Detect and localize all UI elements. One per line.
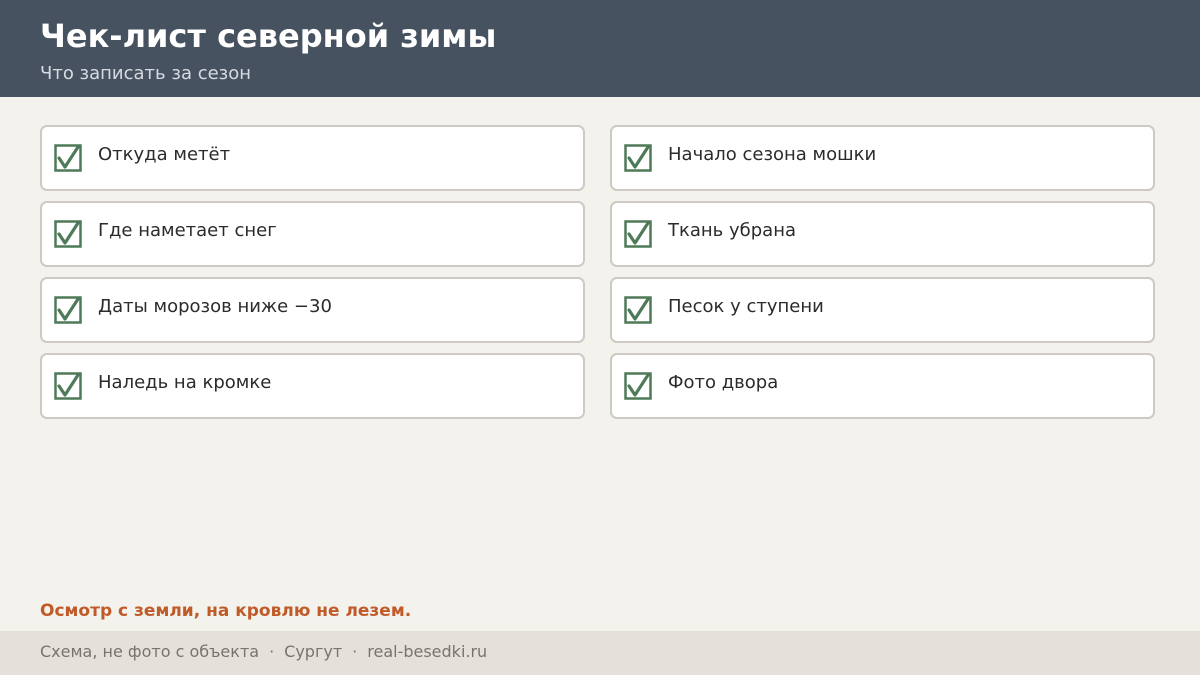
safety-warning: Осмотр с земли, на кровлю не лезем. — [40, 601, 412, 621]
footer-site: real-besedki.ru — [367, 642, 488, 661]
checklist-item[interactable]: Фото двора — [610, 353, 1155, 419]
checklist-item-label: Откуда метёт — [98, 144, 231, 165]
checklist-item[interactable]: Песок у ступени — [610, 277, 1155, 343]
checklist-item-label: Песок у ступени — [668, 296, 824, 317]
page-subtitle: Что записать за сезон — [40, 63, 252, 84]
footer: Схема, не фото с объекта · Сургут · real-bes… — [0, 631, 1200, 675]
checked-checkbox-icon[interactable] — [624, 220, 652, 248]
checked-checkbox-icon[interactable] — [624, 296, 652, 324]
checklist-left-column: Откуда метёт Где наметает снег Даты моро… — [40, 125, 585, 429]
header: Чек-лист северной зимы Что записать за с… — [0, 0, 1200, 97]
checklist-item-label: Наледь на кромке — [98, 372, 272, 393]
page-title: Чек-лист северной зимы — [40, 17, 497, 55]
footer-note: Схема, не фото с объекта — [40, 642, 260, 661]
checklist-item-label: Начало сезона мошки — [668, 144, 877, 165]
checklist-item-label: Где наметает снег — [98, 220, 277, 241]
checklist-item-label: Фото двора — [668, 372, 779, 393]
checked-checkbox-icon[interactable] — [54, 372, 82, 400]
checked-checkbox-icon[interactable] — [624, 144, 652, 172]
checklist-item[interactable]: Откуда метёт — [40, 125, 585, 191]
checked-checkbox-icon[interactable] — [624, 372, 652, 400]
checked-checkbox-icon[interactable] — [54, 144, 82, 172]
checklist-item-label: Даты морозов ниже −30 — [98, 296, 332, 317]
checklist-item-label: Ткань убрана — [668, 220, 797, 241]
checklist-item[interactable]: Начало сезона мошки — [610, 125, 1155, 191]
checklist-right-column: Начало сезона мошки Ткань убрана Песок у… — [610, 125, 1155, 429]
checklist-item[interactable]: Где наметает снег — [40, 201, 585, 267]
footer-city: Сургут — [284, 642, 343, 661]
footer-text: Схема, не фото с объекта · Сургут · real-bes… — [40, 640, 487, 664]
footer-separator: · — [269, 642, 275, 661]
checked-checkbox-icon[interactable] — [54, 296, 82, 324]
checked-checkbox-icon[interactable] — [54, 220, 82, 248]
footer-separator: · — [352, 642, 358, 661]
checklist-item[interactable]: Наледь на кромке — [40, 353, 585, 419]
checklist-item[interactable]: Ткань убрана — [610, 201, 1155, 267]
checklist-item[interactable]: Даты морозов ниже −30 — [40, 277, 585, 343]
